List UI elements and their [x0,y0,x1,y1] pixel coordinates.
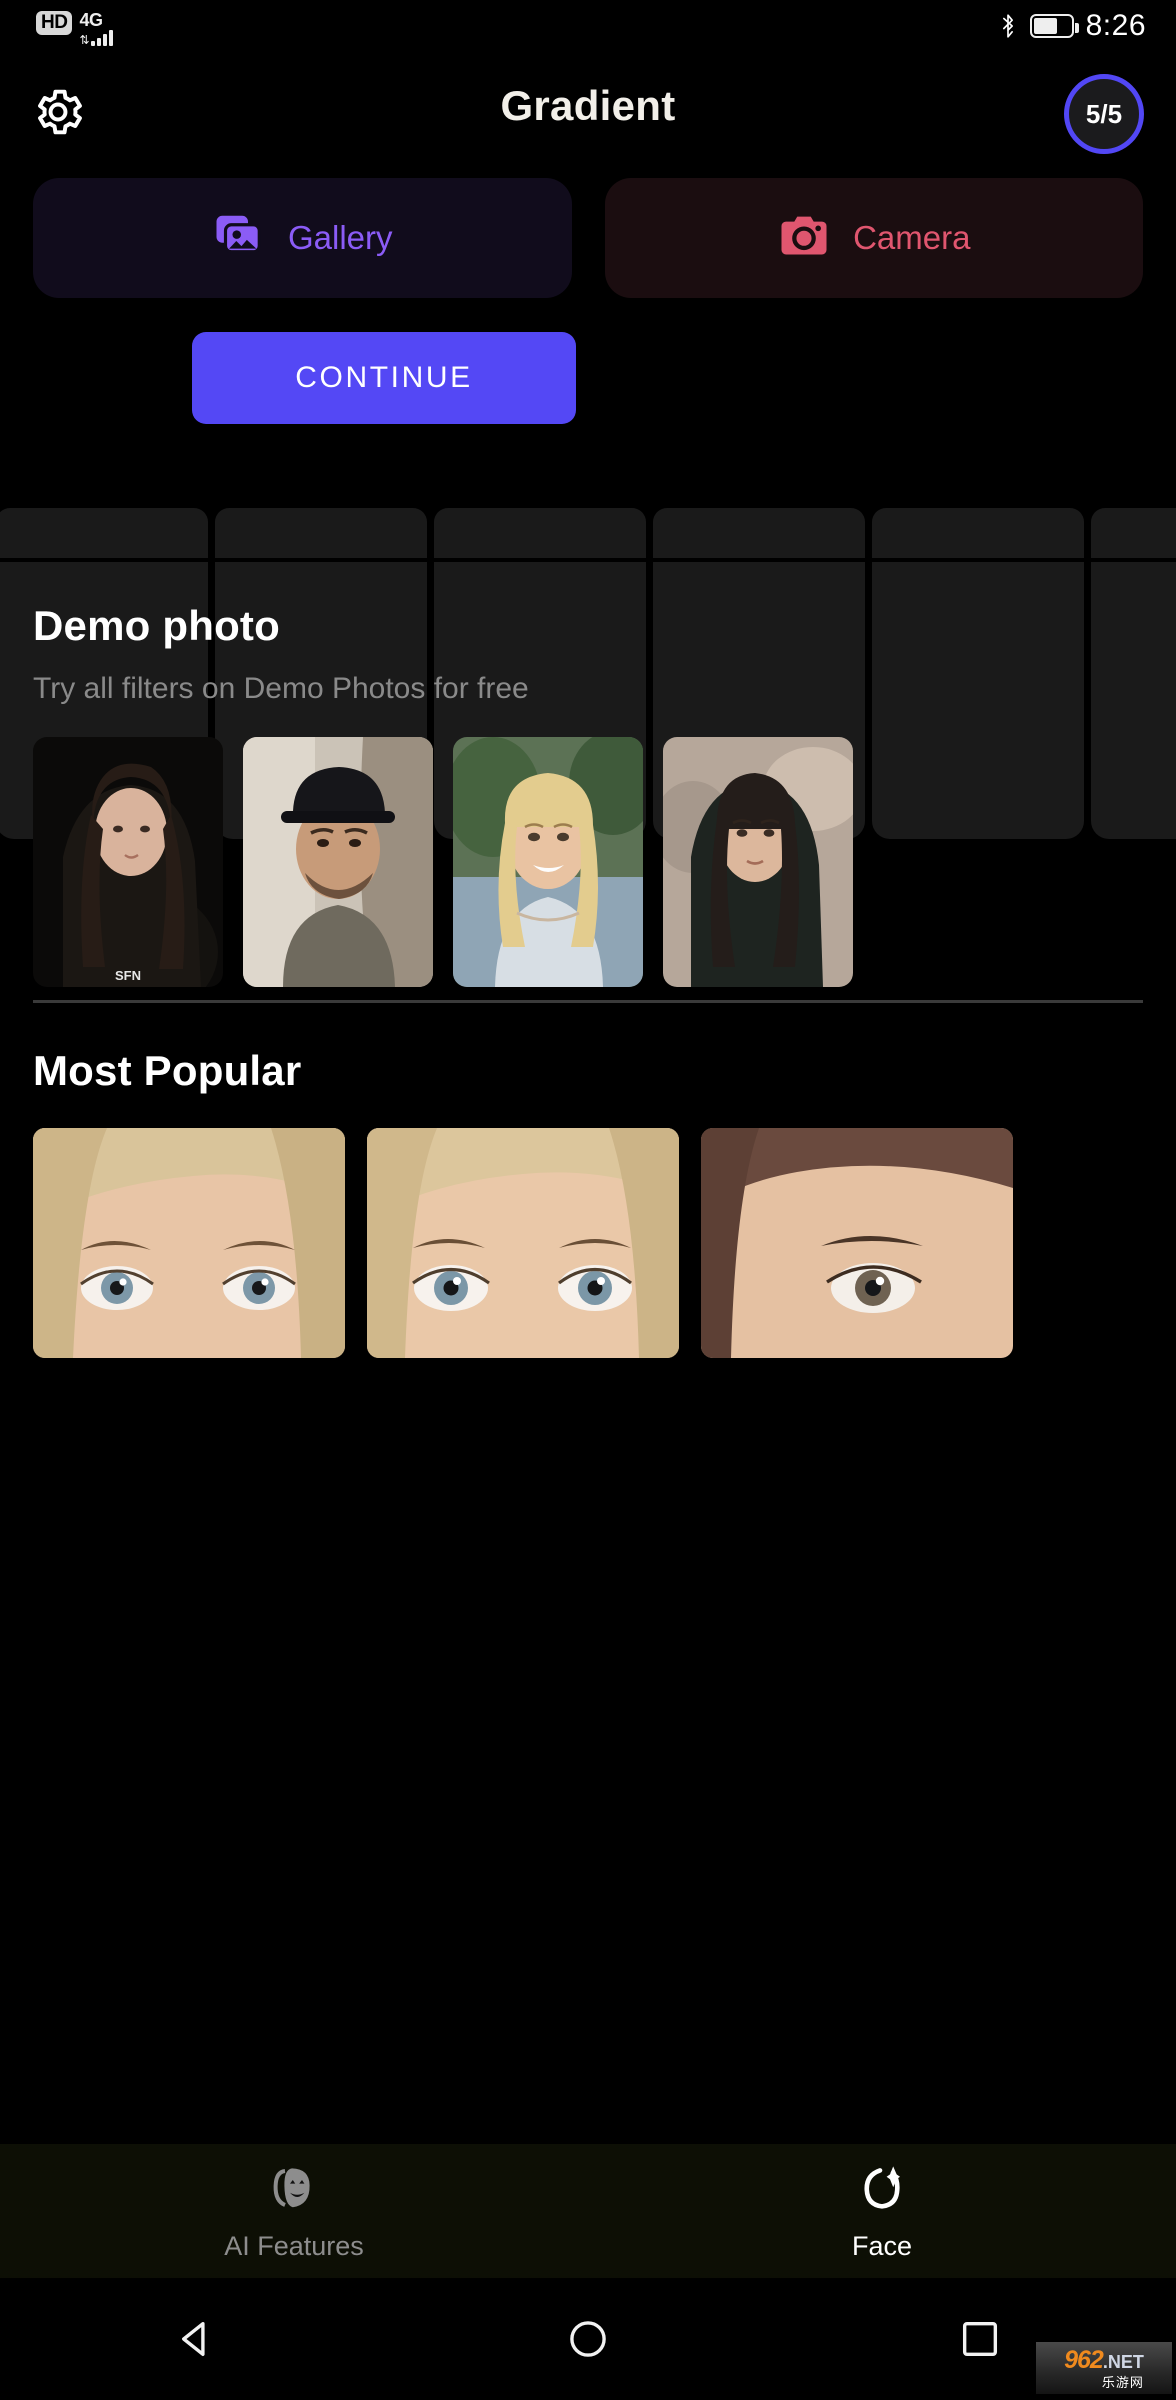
demo-photo-blonde-smiling[interactable] [453,737,643,987]
thumbnail-strip-top [0,508,1176,558]
app-screen: HD 4G ⇅ 8:26 Gradient 5/5 Gallery Camera… [0,0,1176,2400]
camera-button[interactable]: Camera [604,178,1143,298]
nav-item-face[interactable]: Face [588,2144,1176,2302]
bluetooth-icon [998,12,1018,40]
demo-section-title: Demo photo [33,602,280,649]
camera-icon [777,209,831,268]
network-indicator: 4G ⇅ [79,10,113,47]
status-bar: HD 4G ⇅ 8:26 [0,0,1176,62]
camera-button-label: Camera [853,219,971,256]
credits-badge[interactable]: 5/5 [1064,74,1144,154]
popular-photo-eyes-1[interactable] [33,1128,345,1358]
app-header: Gradient 5/5 [0,62,1176,172]
back-triangle-icon [182,2321,205,2357]
demo-photos-row[interactable]: SFN [33,737,1176,987]
popular-photo-eyes-2[interactable] [367,1128,679,1358]
demo-photo-man-cap[interactable] [243,737,433,987]
status-bar-right: 8:26 [998,9,1146,43]
data-transfer-arrows-icon: ⇅ [79,33,89,47]
watermark-domain: .NET [1102,2351,1144,2372]
demo-photo-dark-hair-woman[interactable] [663,737,853,987]
bottom-nav: AI Features Face [0,2144,1176,2302]
network-type-label: 4G [79,10,103,30]
thumbnail-placeholder[interactable] [215,508,427,558]
continue-button[interactable]: CONTINUE [192,332,576,424]
back-button[interactable] [0,2278,392,2400]
home-circle-icon [570,2321,606,2357]
popular-photo-eyes-3[interactable] [701,1128,1013,1358]
home-button[interactable] [392,2278,784,2400]
nav-item-ai-features-label: AI Features [224,2231,364,2261]
thumbnail-placeholder[interactable] [872,508,1084,558]
watermark-logo: 962 .NET 乐游网 [1036,2342,1172,2394]
thumbnail-placeholder[interactable] [434,508,646,558]
thumbnail-placeholder[interactable] [0,508,208,558]
android-system-nav [0,2278,1176,2400]
theater-masks-icon [266,2160,322,2221]
thumbnail-placeholder[interactable] [1091,508,1176,558]
gallery-button-label: Gallery [287,219,393,256]
nav-item-face-label: Face [851,2231,913,2261]
watermark-primary: 962 [1064,2345,1104,2374]
popular-photos-row[interactable] [33,1128,1176,1358]
watermark-chinese: 乐游网 [1101,2374,1144,2390]
gallery-button[interactable]: Gallery [33,178,572,298]
page-title: Gradient [500,82,676,129]
recents-square-icon [962,2321,998,2357]
demo-section-subtitle: Try all filters on Demo Photos for free [33,672,529,705]
face-sparkle-icon [854,2160,910,2221]
status-bar-clock: 8:26 [1085,9,1146,42]
popular-section-title: Most Popular [33,1047,302,1094]
hd-badge: HD [36,11,73,35]
signal-bars-icon [90,30,113,46]
battery-icon [1029,14,1079,38]
demo-photo-brunette-woman[interactable]: SFN [33,737,223,987]
section-divider [33,1000,1143,1003]
nav-item-ai-features[interactable]: AI Features [0,2144,588,2278]
signal-row: ⇅ [79,30,113,47]
status-bar-left: HD 4G ⇅ [36,11,113,46]
demo-photo-caption: SFN [115,968,141,983]
thumbnail-placeholder[interactable] [653,508,865,558]
gallery-icon [212,209,266,268]
source-buttons-row: Gallery Camera [33,178,1143,298]
